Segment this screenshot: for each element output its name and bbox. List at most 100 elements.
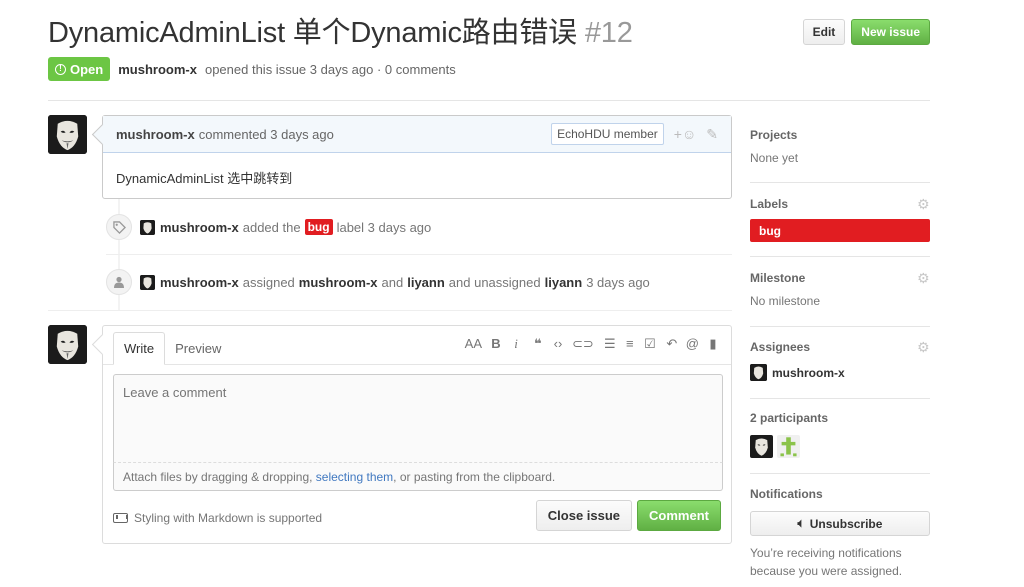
sidebar-heading: Milestone (750, 271, 806, 285)
header-actions: Edit New issue (802, 19, 930, 45)
avatar[interactable] (48, 325, 87, 364)
comment-button[interactable]: Comment (637, 500, 721, 531)
comment-header-actions: EchoHDU member +☺ ✎ (551, 123, 718, 145)
markdown-note-text[interactable]: Styling with Markdown is supported (134, 511, 322, 525)
comment-timestamp[interactable]: commented 3 days ago (199, 127, 334, 142)
comment-author-link[interactable]: mushroom-x (116, 127, 195, 142)
tab-write[interactable]: Write (113, 332, 166, 365)
event-actor-avatar[interactable] (140, 219, 155, 235)
notification-reason: You’re receiving notifications because y… (750, 546, 903, 578)
pencil-icon[interactable]: ✎ (706, 126, 718, 143)
unsubscribe-button[interactable]: 🔈︎ Unsubscribe (750, 511, 930, 536)
mention-icon[interactable]: @ (686, 336, 699, 352)
header-divider (48, 100, 930, 101)
status-label: Open (70, 61, 104, 77)
task-list-icon[interactable]: ☑ (644, 336, 656, 352)
tag-icon (106, 214, 132, 240)
issue-number: #12 (584, 17, 633, 49)
mask-avatar-icon (48, 115, 87, 154)
composer-tabs: Write Preview (113, 332, 231, 365)
gear-icon[interactable]: ⚙ (917, 340, 930, 354)
event-actor-link[interactable]: mushroom-x (160, 275, 239, 290)
label-event: mushroom-x added the bug label 3 days ag… (106, 214, 431, 240)
assign-event: mushroom-x assigned mushroom-x and liyan… (106, 269, 650, 295)
event-text: and unassigned (448, 274, 541, 290)
composer-actions: Close issue Comment (535, 500, 721, 531)
code-icon[interactable]: ‹› (552, 336, 564, 352)
issue-author-link[interactable]: mushroom-x (118, 62, 197, 77)
gear-icon[interactable]: ⚙ (917, 271, 930, 285)
participant-avatar[interactable] (777, 435, 800, 458)
issue-title: DynamicAdminList 单个Dynamic路由错误 #12 (48, 14, 930, 52)
sidebar-projects: Projects None yet (750, 125, 930, 165)
comment-composer: Write Preview AA B i ❝ ‹› ⊂⊃ ☰ ≡ ☑ ↶ @ ▮… (102, 325, 732, 544)
italic-icon[interactable]: i (510, 336, 522, 352)
comment-textarea[interactable] (113, 374, 723, 463)
avatar[interactable] (48, 115, 87, 154)
ordered-list-icon[interactable]: ≡ (624, 336, 636, 352)
avatar (750, 364, 767, 381)
sidebar-heading: Projects (750, 128, 798, 142)
issue-meta: ! Open mushroom-x opened this issue 3 da… (48, 57, 456, 81)
event-timestamp[interactable]: 3 days ago (586, 275, 650, 290)
sidebar-participants: 2 participants (750, 408, 930, 458)
sidebar-heading: Assignees (750, 340, 811, 354)
sidebar-label-bug[interactable]: bug (750, 219, 930, 242)
close-issue-button[interactable]: Close issue (535, 500, 633, 531)
event-actor-link[interactable]: mushroom-x (160, 220, 239, 235)
mute-icon: 🔈︎ (797, 516, 805, 530)
member-badge: EchoHDU member (551, 123, 664, 145)
bookmark-icon[interactable]: ▮ (707, 336, 719, 352)
sidebar-labels: Labels ⚙ bug (750, 194, 930, 242)
sidebar-milestone: Milestone ⚙ No milestone (750, 268, 930, 309)
unassigned-link[interactable]: liyann (545, 275, 583, 290)
unordered-list-icon[interactable]: ☰ (604, 336, 616, 352)
new-issue-button[interactable]: New issue (851, 19, 930, 45)
sidebar-heading: Labels (750, 197, 789, 211)
add-reaction-icon[interactable]: +☺ (674, 126, 696, 142)
event-text: added the (242, 219, 301, 235)
sidebar-divider (750, 473, 930, 474)
issue-opened-text: opened this issue 3 days ago · 0 comment… (204, 61, 456, 77)
unsubscribe-label: Unsubscribe (809, 516, 883, 531)
gear-icon[interactable]: ⚙ (917, 197, 930, 211)
assignee-item[interactable]: mushroom-x (750, 364, 930, 381)
bug-label[interactable]: bug (304, 219, 333, 235)
status-badge: ! Open (48, 57, 111, 81)
markdown-note: Styling with Markdown is supported (113, 511, 322, 525)
assignee-link[interactable]: liyann (407, 275, 445, 290)
issue-header: DynamicAdminList 单个Dynamic路由错误 #12 Edit … (48, 14, 930, 54)
file-attach-bar[interactable]: Attach files by dragging & dropping, sel… (113, 463, 723, 491)
link-icon[interactable]: ⊂⊃ (572, 336, 594, 352)
reply-icon[interactable]: ↶ (666, 336, 678, 352)
select-files-link[interactable]: selecting them (316, 470, 393, 484)
participant-avatar[interactable] (750, 435, 773, 458)
sidebar-notifications: Notifications 🔈︎ Unsubscribe You’re rece… (750, 484, 930, 580)
edit-button[interactable]: Edit (802, 19, 846, 45)
comment-box: mushroom-x commented 3 days ago EchoHDU … (102, 115, 732, 199)
sidebar-divider (750, 398, 930, 399)
attach-text: , or pasting from the clipboard. (393, 469, 556, 484)
attach-text: Attach files by dragging & dropping, (123, 469, 313, 484)
event-text: label 3 days ago (336, 219, 432, 235)
sidebar-heading: Notifications (750, 487, 823, 501)
sidebar-divider (750, 326, 930, 327)
mask-avatar-icon (48, 325, 87, 364)
issue-title-text: DynamicAdminList 单个Dynamic路由错误 (48, 17, 577, 49)
assignee-name[interactable]: mushroom-x (772, 366, 845, 380)
comment-body: DynamicAdminList 选中跳转到 (116, 171, 293, 186)
issue-opened-icon: ! (55, 63, 66, 75)
sidebar-value: None yet (750, 151, 799, 165)
event-divider (106, 254, 732, 255)
sidebar-divider (750, 182, 930, 183)
timeline-divider (48, 310, 732, 311)
quote-icon[interactable]: ❝ (532, 336, 544, 352)
event-text: assigned (242, 274, 295, 290)
assignee-link[interactable]: mushroom-x (299, 275, 378, 290)
tab-preview[interactable]: Preview (165, 332, 231, 365)
bold-icon[interactable]: B (490, 336, 502, 352)
comment-header: mushroom-x commented 3 days ago EchoHDU … (103, 116, 731, 153)
heading-icon[interactable]: AA (465, 336, 482, 352)
event-actor-avatar[interactable] (140, 274, 155, 290)
participant-list (750, 435, 930, 458)
